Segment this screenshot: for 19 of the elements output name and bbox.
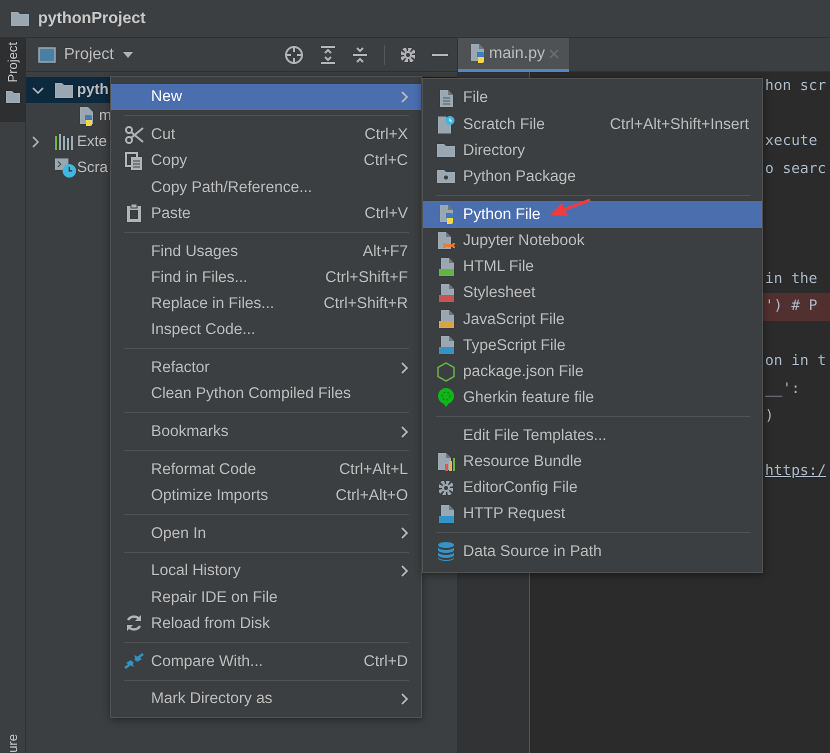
shortcut-text: Ctrl+Alt+O — [334, 486, 408, 506]
code-text: ') # P — [765, 298, 818, 314]
shortcut-text: Ctrl+X — [364, 125, 408, 146]
shortcut-text: Alt+F7 — [362, 242, 408, 262]
shortcut-text: Ctrl+D — [362, 652, 408, 672]
code-text: in the — [765, 270, 818, 286]
shortcut-text: Ctrl+Alt+L — [338, 460, 408, 480]
code-text: xecute — [765, 133, 818, 149]
code-text: ) — [765, 408, 774, 424]
code-text: on in t — [765, 353, 826, 369]
code-text: __': — [765, 380, 800, 396]
shortcut-text: Ctrl+V — [364, 204, 408, 224]
shortcut-text: Ctrl+Alt+Shift+Insert — [608, 114, 749, 135]
shortcut-text: Ctrl+Shift+R — [322, 294, 408, 314]
shortcut-text: Ctrl+Shift+F — [324, 268, 408, 288]
code-text: o searc — [765, 160, 826, 176]
window-title: pythonProject — [38, 8, 146, 28]
code-text: hon scr — [765, 78, 826, 94]
shortcut-text: Ctrl+C — [362, 151, 408, 172]
